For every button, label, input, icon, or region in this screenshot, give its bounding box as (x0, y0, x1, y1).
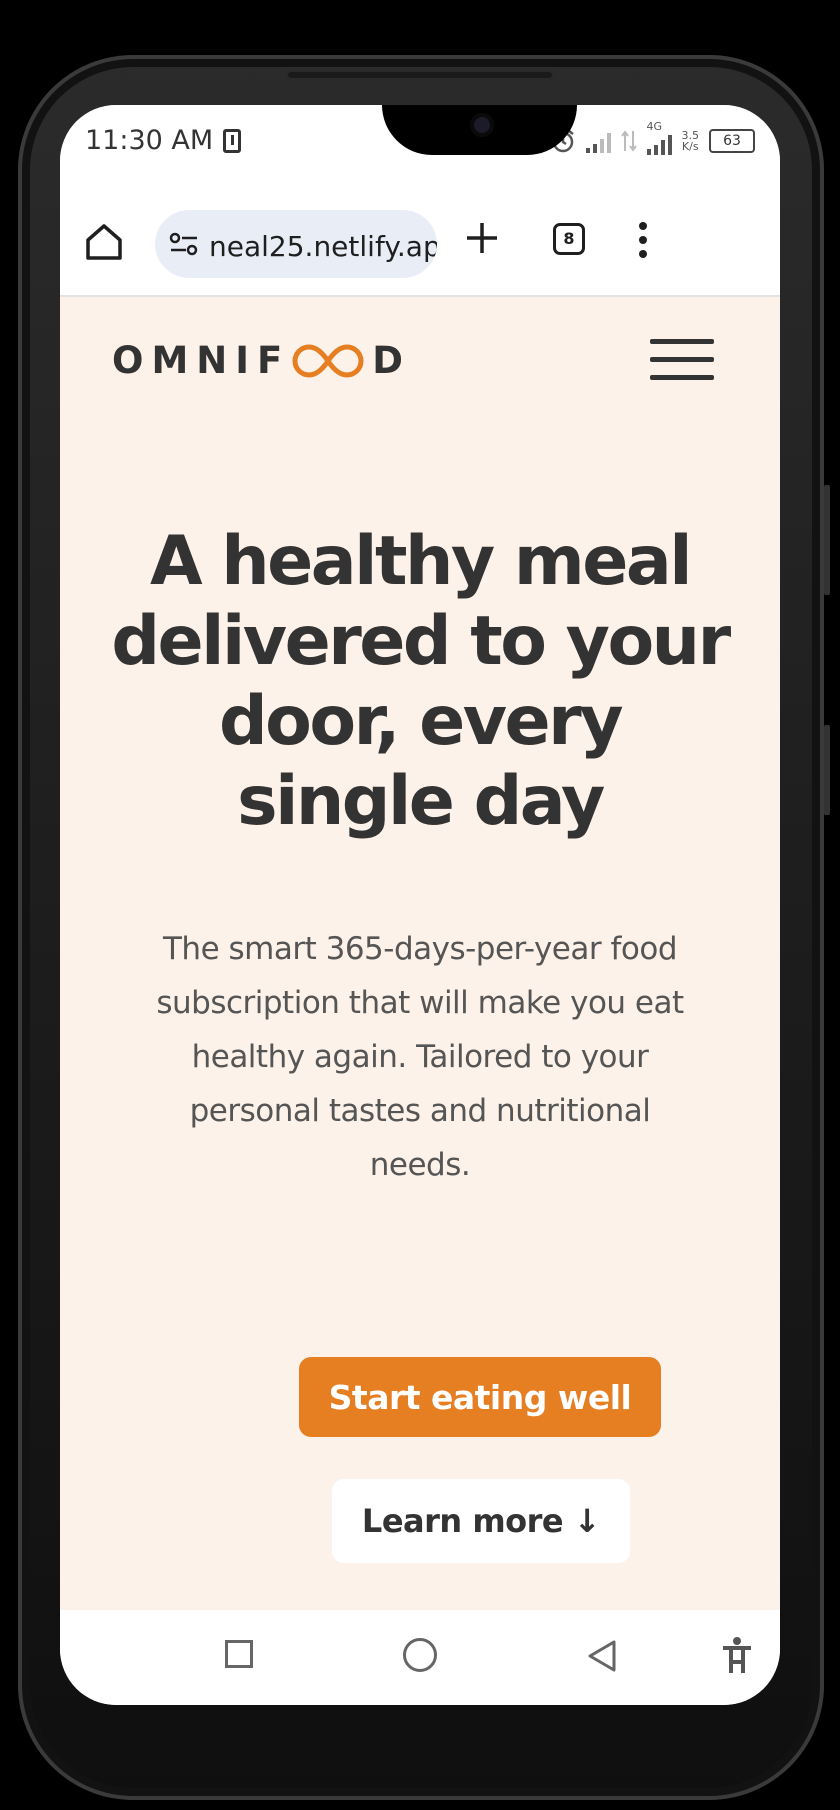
web-page: OMNIF D A healthy meal delivered to your… (60, 297, 780, 1687)
status-time: 11:30 AM (85, 125, 214, 156)
hamburger-icon[interactable] (650, 339, 714, 380)
learn-more-button[interactable]: Learn more ↓ (332, 1479, 630, 1563)
description-line: healthy again. Tailored to your (191, 1039, 649, 1075)
power-button (824, 725, 830, 815)
more-vert-icon[interactable] (632, 220, 654, 260)
front-camera (470, 113, 494, 137)
home-icon[interactable] (82, 220, 126, 264)
logo-text-suffix: D (372, 339, 411, 382)
url-text[interactable]: neal25.netlify.app (209, 230, 437, 263)
tab-switcher-button[interactable]: 8 (553, 223, 585, 255)
headline-line: delivered to your (111, 602, 731, 681)
description-line: The smart 365-days-per-year food (162, 931, 678, 967)
sim-alert-icon (223, 129, 241, 153)
headline-line: door, every (218, 682, 624, 761)
description-line: needs. (369, 1147, 471, 1183)
plus-icon[interactable] (464, 220, 500, 256)
screen: 11:30 AM 4G 3.5 K/s 63 neal25.netlify.ap… (60, 105, 780, 1705)
speaker-grille (286, 70, 554, 80)
headline-line: A healthy meal (149, 522, 693, 601)
headline-line: single day (237, 762, 605, 841)
logo-text-prefix: OMNIF (112, 339, 291, 382)
circle-icon[interactable] (403, 1638, 437, 1672)
omnifood-logo[interactable]: OMNIF D (112, 339, 411, 382)
data-transfer-icon (620, 130, 637, 152)
start-eating-well-button[interactable]: Start eating well (299, 1357, 661, 1437)
speed-unit: K/s (681, 140, 699, 153)
signal-icon-1 (585, 129, 611, 153)
volume-button (824, 485, 830, 595)
hero-description: The smart 365-days-per-year food subscri… (120, 922, 720, 1192)
signal-4g: 4G (646, 121, 672, 155)
tab-count: 8 (563, 229, 575, 248)
system-nav-bar (60, 1610, 780, 1705)
square-icon[interactable] (225, 1640, 253, 1668)
description-line: personal tastes and nutritional (189, 1093, 651, 1129)
description-line: subscription that will make you eat (156, 985, 684, 1021)
triangle-back-icon[interactable] (582, 1636, 622, 1676)
browser-toolbar: neal25.netlify.app 8 (60, 190, 780, 297)
infinity-logo-icon (292, 343, 364, 378)
battery-level: 63 (723, 133, 741, 149)
network-type: 4G (646, 120, 663, 133)
hero-headline: A healthy meal delivered to your door, e… (100, 522, 740, 842)
accessibility-icon[interactable] (717, 1635, 757, 1675)
battery-icon: 63 (709, 129, 755, 153)
status-icons: 4G 3.5 K/s 63 (550, 121, 755, 155)
address-bar[interactable]: neal25.netlify.app (155, 210, 437, 278)
tune-icon[interactable] (169, 232, 199, 256)
network-speed: 3.5 K/s (682, 130, 700, 152)
